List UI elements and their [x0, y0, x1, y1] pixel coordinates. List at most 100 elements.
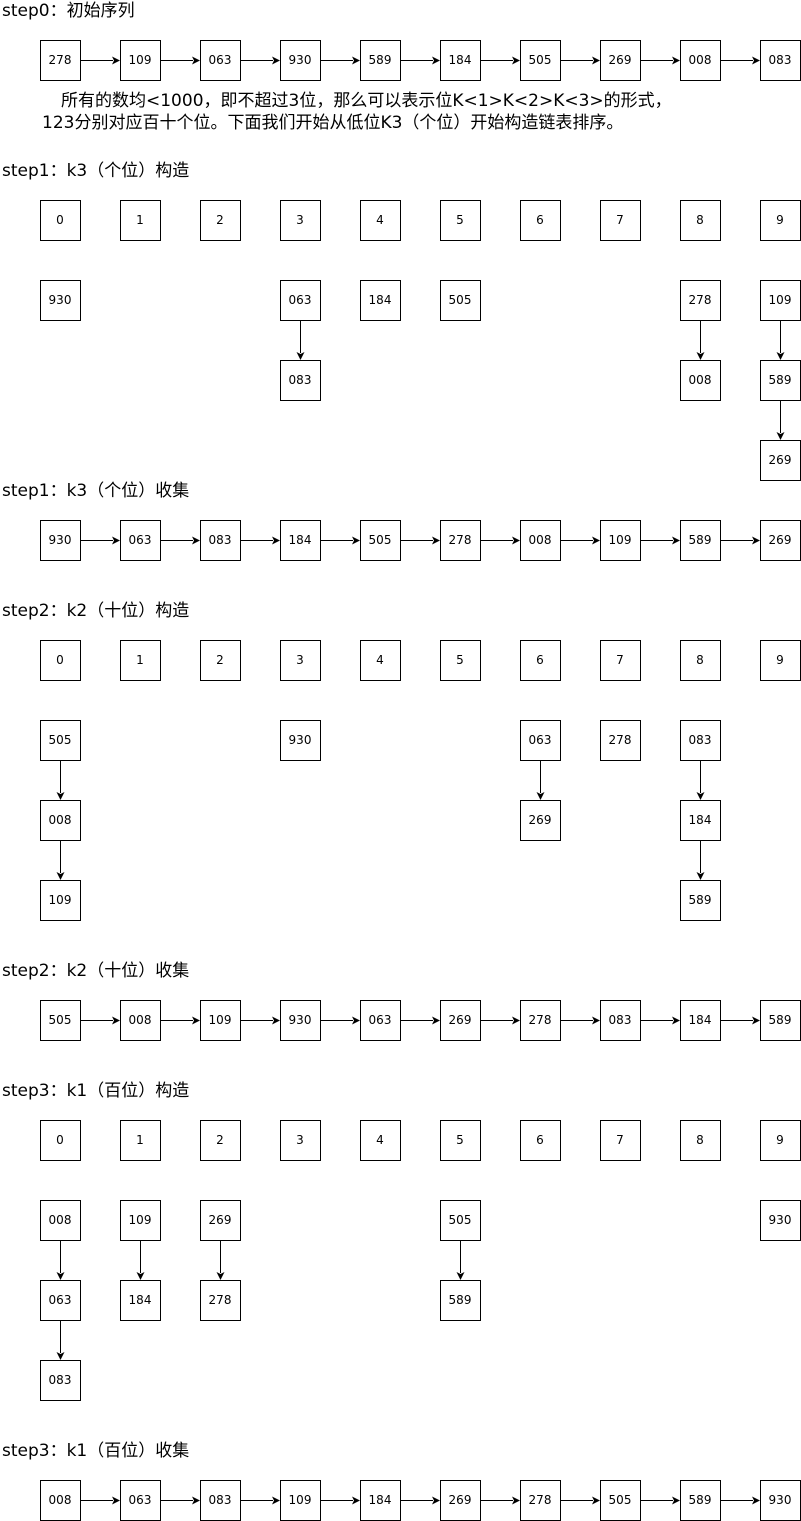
sequence-arrow — [721, 56, 760, 65]
bucket-item-step2_build: 184 — [680, 800, 721, 841]
sequence-node-step1_collect: 589 — [680, 520, 721, 561]
bucket-item-step2_build: 083 — [680, 720, 721, 761]
explanation-line-2: 123分别对应百十个位。下面我们开始从低位K3（个位）开始构造链表排序。 — [42, 113, 623, 133]
node-value: 8 — [696, 1133, 704, 1147]
node-value: 083 — [49, 1373, 72, 1387]
sequence-arrow — [81, 1496, 120, 1505]
bucket-item-step1_build: 505 — [440, 280, 481, 321]
node-value: 930 — [289, 733, 312, 747]
sequence-node-step2_collect: 278 — [520, 1000, 561, 1041]
node-value: 589 — [689, 1493, 712, 1507]
node-value: 109 — [609, 533, 632, 547]
bucket-item-step1_build: 589 — [760, 360, 801, 401]
node-value: 008 — [689, 53, 712, 67]
node-value: 930 — [289, 1013, 312, 1027]
bucket-item-step3_build: 063 — [40, 1280, 81, 1321]
bucket-item-step2_build: 930 — [280, 720, 321, 761]
bucket-header-0: 0 — [40, 1120, 81, 1161]
sequence-node-step3_collect: 278 — [520, 1480, 561, 1521]
node-value: 505 — [369, 533, 392, 547]
node-value: 5 — [456, 1133, 464, 1147]
sequence-node-step1_collect: 184 — [280, 520, 321, 561]
node-value: 4 — [376, 653, 384, 667]
node-value: 278 — [689, 293, 712, 307]
sequence-node-step2_collect: 930 — [280, 1000, 321, 1041]
sequence-node-step2_collect: 063 — [360, 1000, 401, 1041]
node-value: 109 — [129, 1213, 152, 1227]
bucket-chain-arrow — [696, 841, 705, 880]
node-value: 269 — [209, 1213, 232, 1227]
sequence-arrow — [401, 1016, 440, 1025]
sequence-node-step0: 278 — [40, 40, 81, 81]
bucket-header-2: 2 — [200, 640, 241, 681]
bucket-chain-arrow — [776, 321, 785, 360]
node-value: 7 — [616, 213, 624, 227]
bucket-header-8: 8 — [680, 200, 721, 241]
node-value: 930 — [289, 53, 312, 67]
node-value: 184 — [689, 1013, 712, 1027]
bucket-item-step3_build: 269 — [200, 1200, 241, 1241]
bucket-item-step2_build: 269 — [520, 800, 561, 841]
node-value: 505 — [529, 53, 552, 67]
bucket-header-6: 6 — [520, 200, 561, 241]
node-value: 278 — [209, 1293, 232, 1307]
bucket-header-8: 8 — [680, 1120, 721, 1161]
bucket-chain-arrow — [56, 1241, 65, 1280]
node-value: 109 — [209, 1013, 232, 1027]
sequence-arrow — [241, 536, 280, 545]
sequence-node-step3_collect: 589 — [680, 1480, 721, 1521]
sequence-arrow — [561, 1496, 600, 1505]
node-value: 008 — [129, 1013, 152, 1027]
sequence-node-step2_collect: 109 — [200, 1000, 241, 1041]
bucket-item-step2_build: 109 — [40, 880, 81, 921]
sequence-node-step3_collect: 008 — [40, 1480, 81, 1521]
nodes-layer: 278 109 063 930 589 184 505 269 008 0830 1 2 3 4 5 6 7 8 9… — [40, 40, 801, 1521]
section-title-step2_collect: step2：k2（十位）收集 — [2, 961, 189, 981]
bucket-header-3: 3 — [280, 1120, 321, 1161]
sequence-node-step1_collect: 083 — [200, 520, 241, 561]
sequence-arrow — [321, 536, 360, 545]
sequence-arrow — [321, 1016, 360, 1025]
bucket-header-7: 7 — [600, 640, 641, 681]
section-title-step3_build: step3：k1（百位）构造 — [2, 1081, 189, 1101]
sequence-arrow — [721, 536, 760, 545]
bucket-header-5: 5 — [440, 1120, 481, 1161]
sequence-node-step3_collect: 505 — [600, 1480, 641, 1521]
node-value: 184 — [129, 1293, 152, 1307]
sequence-node-step1_collect: 109 — [600, 520, 641, 561]
sequence-arrow — [81, 536, 120, 545]
sequence-arrow — [401, 536, 440, 545]
bucket-header-1: 1 — [120, 1120, 161, 1161]
node-value: 9 — [776, 1133, 784, 1147]
section-title-step2_build: step2：k2（十位）构造 — [2, 601, 189, 621]
bucket-item-step1_build: 184 — [360, 280, 401, 321]
node-value: 063 — [209, 53, 232, 67]
node-value: 083 — [209, 533, 232, 547]
bucket-item-step2_build: 063 — [520, 720, 561, 761]
node-value: 109 — [769, 293, 792, 307]
node-value: 278 — [49, 53, 72, 67]
bucket-chain-arrow — [56, 761, 65, 800]
node-value: 9 — [776, 653, 784, 667]
bucket-item-step3_build: 930 — [760, 1200, 801, 1241]
bucket-header-2: 2 — [200, 200, 241, 241]
bucket-item-step3_build: 505 — [440, 1200, 481, 1241]
sequence-node-step0: 589 — [360, 40, 401, 81]
sequence-arrow — [641, 1016, 680, 1025]
node-value: 008 — [49, 1213, 72, 1227]
node-value: 8 — [696, 213, 704, 227]
sequence-node-step3_collect: 083 — [200, 1480, 241, 1521]
bucket-header-4: 4 — [360, 200, 401, 241]
bucket-item-step2_build: 278 — [600, 720, 641, 761]
node-value: 505 — [449, 293, 472, 307]
sequence-node-step0: 008 — [680, 40, 721, 81]
sequence-arrow — [641, 536, 680, 545]
sequence-node-step3_collect: 930 — [760, 1480, 801, 1521]
node-value: 7 — [616, 1133, 624, 1147]
sequence-node-step0: 505 — [520, 40, 561, 81]
node-value: 1 — [136, 213, 144, 227]
sequence-arrow — [241, 1496, 280, 1505]
node-value: 930 — [769, 1213, 792, 1227]
node-value: 269 — [609, 53, 632, 67]
node-value: 5 — [456, 653, 464, 667]
